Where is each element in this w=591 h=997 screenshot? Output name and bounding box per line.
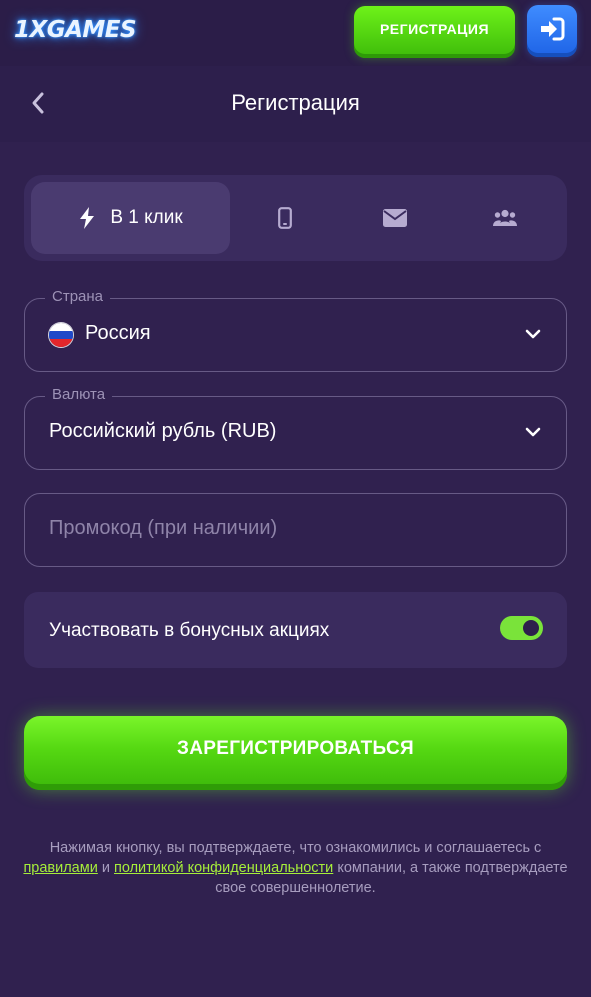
chevron-down-icon xyxy=(525,427,541,437)
tab-social[interactable] xyxy=(450,182,560,254)
login-button[interactable] xyxy=(527,5,577,57)
lightning-icon xyxy=(80,207,95,229)
bonus-participation-row: Участвовать в бонусных акциях xyxy=(24,592,567,668)
promo-code-placeholder: Промокод (при наличии) xyxy=(49,517,278,539)
terms-disclaimer: Нажимая кнопку, вы подтверждаете, что оз… xyxy=(20,838,571,898)
tab-one-click-label: В 1 клик xyxy=(110,207,183,228)
top-bar: 1XGAMES РЕГИСТРАЦИЯ xyxy=(0,0,591,66)
currency-legend: Валюта xyxy=(45,386,113,403)
bonus-toggle[interactable] xyxy=(500,616,543,640)
tab-one-click[interactable]: В 1 клик xyxy=(31,182,230,254)
users-icon xyxy=(493,209,517,226)
promo-code-input[interactable]: Промокод (при наличии) xyxy=(24,493,567,567)
envelope-icon xyxy=(383,209,407,227)
currency-select[interactable]: Валюта Российский рубль (RUB) xyxy=(24,386,567,470)
privacy-policy-link[interactable]: политикой конфиденциальности xyxy=(114,860,333,876)
disclaimer-text-1: Нажимая кнопку, вы подтверждаете, что оз… xyxy=(49,840,542,856)
register-top-button[interactable]: РЕГИСТРАЦИЯ xyxy=(354,6,515,58)
rules-link[interactable]: правилами xyxy=(23,860,97,876)
registration-method-tabs: В 1 клик xyxy=(24,175,567,261)
tab-phone[interactable] xyxy=(230,182,340,254)
country-value: Россия xyxy=(85,322,151,344)
russia-flag-icon xyxy=(49,323,73,347)
disclaimer-text-2: и xyxy=(97,860,114,876)
logo[interactable]: 1XGAMES xyxy=(14,17,137,47)
page-title: Регистрация xyxy=(231,90,360,115)
bonus-label: Участвовать в бонусных акциях xyxy=(49,620,330,641)
country-select[interactable]: Страна Россия xyxy=(24,288,567,372)
sign-in-icon xyxy=(541,17,565,41)
toggle-knob xyxy=(523,620,539,636)
currency-value: Российский рубль (RUB) xyxy=(49,420,277,442)
submit-register-button[interactable]: ЗАРЕГИСТРИРОВАТЬСЯ xyxy=(24,716,567,790)
tab-email[interactable] xyxy=(340,182,450,254)
chevron-down-icon xyxy=(525,329,541,339)
phone-icon xyxy=(278,207,292,229)
country-legend: Страна xyxy=(45,288,111,305)
